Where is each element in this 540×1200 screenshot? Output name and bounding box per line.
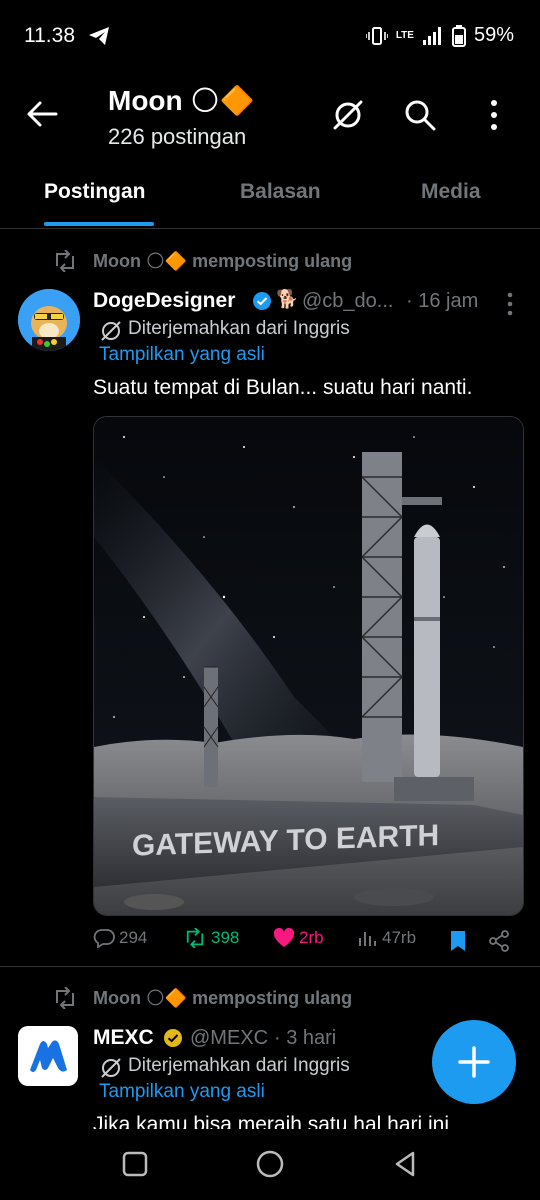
author-handle: @MEXC <box>190 1027 269 1049</box>
moon-launchpad-image: GATEWAY TO EARTH <box>94 417 523 915</box>
nav-recents-icon[interactable] <box>121 1150 149 1178</box>
like-icon <box>273 928 295 947</box>
repost-label: Moon 🌕🔶 memposting ulang <box>93 988 353 1008</box>
author-name[interactable]: MEXC <box>93 1026 154 1050</box>
back-arrow-icon[interactable] <box>26 100 58 128</box>
post-image[interactable]: GATEWAY TO EARTH <box>93 416 524 916</box>
post-actions: 294 398 2rb 47rb <box>93 928 523 958</box>
compose-button[interactable] <box>432 1020 516 1104</box>
views-icon <box>359 932 376 946</box>
author-name[interactable]: DogeDesigner <box>93 289 235 313</box>
compose-plus-icon <box>458 1046 490 1078</box>
post-text: Suatu tempat di Bulan... suatu hari nant… <box>93 376 473 399</box>
translate-icon <box>101 321 121 341</box>
verified-badge-icon <box>253 292 271 310</box>
repost-icon <box>56 250 74 272</box>
network-label: LTE <box>395 29 414 41</box>
tab-media[interactable]: Media <box>421 180 481 204</box>
more-vertical-icon[interactable] <box>488 98 500 132</box>
profile-header: Moon 🌕🔶 226 postingan <box>0 74 540 154</box>
post-time: · 16 jam <box>406 290 479 312</box>
signal-icon <box>422 26 441 45</box>
reply-count: 294 <box>119 928 148 947</box>
views-count: 47rb <box>382 928 417 947</box>
status-right: LTE 59% <box>365 24 514 47</box>
like-button[interactable]: 2rb <box>273 928 324 948</box>
repost-count: 398 <box>211 928 240 947</box>
reply-button[interactable]: 294 <box>93 928 147 948</box>
post-divider <box>0 966 540 967</box>
verified-gold-badge-icon <box>164 1029 182 1047</box>
repost-button[interactable]: 398 <box>183 928 239 948</box>
profile-tabs: Postingan Balasan Media <box>0 160 540 229</box>
show-original-link[interactable]: Tampilkan yang asli <box>99 344 265 366</box>
search-icon[interactable] <box>403 98 437 132</box>
mexc-logo-icon <box>30 1040 67 1072</box>
translate-icon <box>101 1058 121 1078</box>
share-icon[interactable] <box>488 930 510 952</box>
author-handle: @cb_do... <box>302 290 394 312</box>
repost-label: Moon 🌕🔶 memposting ulang <box>93 251 353 271</box>
post-more-icon[interactable] <box>506 292 514 316</box>
battery-percent: 59% <box>473 24 514 46</box>
translated-label: Diterjemahkan dari Inggris <box>128 1055 350 1076</box>
bookmark-icon[interactable] <box>449 930 467 952</box>
tab-postingan[interactable]: Postingan <box>44 180 146 204</box>
avatar[interactable] <box>18 1026 78 1086</box>
battery-icon <box>451 24 466 47</box>
translated-label: Diterjemahkan dari Inggris <box>128 318 350 339</box>
page-title: Moon 🌕🔶 <box>108 85 255 116</box>
nav-back-icon[interactable] <box>391 1150 419 1178</box>
show-original-link[interactable]: Tampilkan yang asli <box>99 1081 265 1103</box>
reply-icon <box>93 929 115 948</box>
views-button[interactable]: 47rb <box>358 928 416 948</box>
post-text: Jika kamu bisa meraih satu hal hari ini <box>93 1113 449 1129</box>
author-emoji: 🐕 <box>276 289 299 309</box>
avatar[interactable] <box>18 289 80 351</box>
like-count: 2rb <box>299 928 324 947</box>
doge-avatar-icon <box>18 289 80 351</box>
status-time: 11.38 <box>24 24 75 47</box>
repost-action-icon <box>186 928 204 948</box>
nav-home-icon[interactable] <box>255 1149 285 1179</box>
tab-balasan[interactable]: Balasan <box>240 180 321 204</box>
post-count: 226 postingan <box>108 124 247 149</box>
status-bar: 11.38 LTE 59% <box>0 0 540 74</box>
system-nav-bar <box>0 1130 540 1200</box>
telegram-icon <box>89 27 109 45</box>
grok-icon[interactable] <box>331 98 365 132</box>
vibrate-icon <box>365 26 388 45</box>
post-time: · 3 hari <box>274 1027 337 1049</box>
repost-icon <box>56 987 74 1009</box>
active-tab-indicator <box>44 222 154 226</box>
